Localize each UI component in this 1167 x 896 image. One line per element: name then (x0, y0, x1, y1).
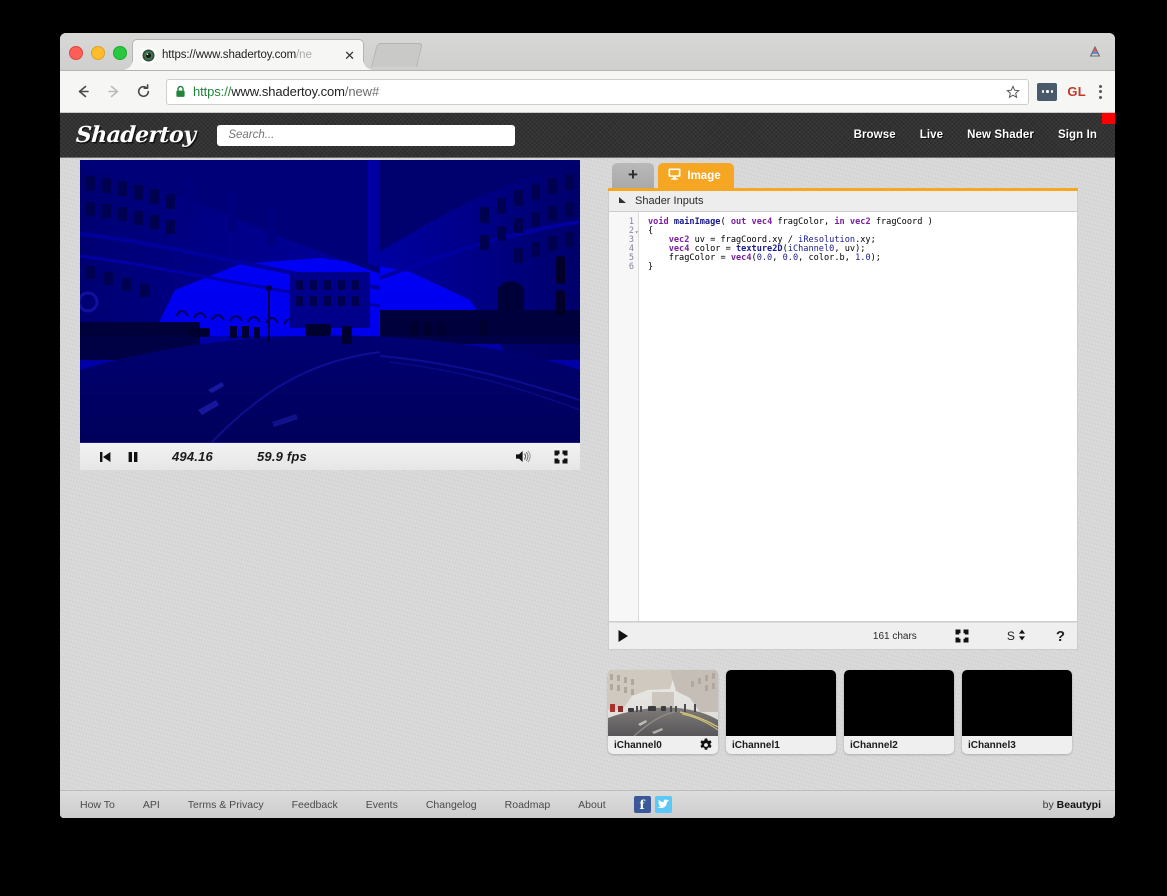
player-controls-bar: 494.16 59.9 fps (80, 442, 580, 470)
footer-link-events[interactable]: Events (366, 799, 398, 811)
playback-time: 494.16 (172, 449, 213, 464)
footer-link-terms-privacy[interactable]: Terms & Privacy (188, 799, 264, 811)
new-tab-button[interactable] (371, 43, 423, 67)
footer-link-api[interactable]: API (143, 799, 160, 811)
address-bar[interactable]: https://www.shadertoy.com/new# (166, 78, 1030, 105)
red-corner-marker (1102, 113, 1115, 124)
fullscreen-icon[interactable] (554, 450, 568, 464)
main-content: 494.16 59.9 fps + Image Shader Inputs 1 … (60, 158, 1115, 758)
ichannel-3[interactable]: iChannel3 (962, 670, 1072, 754)
ichannel-2-thumbnail[interactable] (844, 670, 954, 736)
search-input[interactable] (226, 128, 507, 142)
font-size-selector[interactable]: S (1007, 629, 1026, 644)
site-search-box[interactable] (217, 124, 516, 146)
footer-link-feedback[interactable]: Feedback (292, 799, 338, 811)
nav-link-sign-in[interactable]: Sign In (1058, 129, 1097, 141)
browser-tab-title: https://www.shadertoy.com/ne (162, 49, 312, 61)
fps-readout: 59.9 fps (256, 449, 307, 464)
char-count-label: 161 chars (872, 630, 917, 642)
nav-link-live[interactable]: Live (920, 129, 943, 141)
extension-dots (1041, 90, 1054, 93)
code-text[interactable]: void mainImage( out vec4 fragColor, in v… (639, 212, 1077, 621)
site-footer: How To API Terms & Privacy Feedback Even… (60, 790, 1115, 818)
ichannel-0-label: iChannel0 (614, 739, 662, 751)
back-icon[interactable] (70, 79, 96, 105)
twitter-icon[interactable] (654, 796, 672, 813)
tab-image[interactable]: Image (658, 163, 734, 188)
forward-icon[interactable] (100, 79, 126, 105)
shader-inputs-label: Shader Inputs (635, 195, 704, 207)
ichannel-2[interactable]: iChannel2 (844, 670, 954, 754)
browser-window: https://www.shadertoy.com/ne ✕ https://w… (60, 33, 1115, 818)
ichannel-2-caption: iChannel2 (844, 736, 954, 754)
window-traffic-lights (69, 46, 127, 60)
ichannel-1-label: iChannel1 (732, 739, 780, 751)
browser-toolbar: https://www.shadertoy.com/new# GL (60, 71, 1115, 113)
site-header: Shadertoy Browse Live New Shader Sign In (60, 113, 1115, 158)
editor-footer-bar: 161 chars S ? (608, 622, 1078, 650)
collapse-triangle-icon (618, 195, 627, 207)
shadertoy-eye-favicon (141, 47, 156, 63)
ichannel-0[interactable]: iChannel0 (608, 670, 718, 754)
ichannel-1-caption: iChannel1 (726, 736, 836, 754)
lock-icon (175, 85, 186, 98)
footer-link-about[interactable]: About (578, 799, 605, 811)
footer-link-roadmap[interactable]: Roadmap (505, 799, 551, 811)
ichannel-3-caption: iChannel3 (962, 736, 1072, 754)
reload-icon[interactable] (130, 79, 156, 105)
add-pass-button[interactable]: + (612, 163, 654, 188)
bookmark-star-icon[interactable] (1000, 84, 1021, 99)
ichannel-3-thumbnail[interactable] (962, 670, 1072, 736)
shader-inputs-toggle[interactable]: Shader Inputs (608, 191, 1078, 212)
facebook-icon[interactable]: f (633, 796, 651, 813)
nav-link-browse[interactable]: Browse (854, 129, 896, 141)
line-number: 6 (628, 262, 634, 272)
profile-badge[interactable]: GL (1067, 84, 1086, 99)
volume-icon[interactable] (514, 449, 532, 464)
shader-canvas[interactable] (80, 160, 580, 442)
nav-link-new-shader[interactable]: New Shader (967, 129, 1034, 141)
compile-play-icon[interactable] (617, 629, 629, 643)
stepper-arrows-icon[interactable] (1018, 629, 1026, 644)
ichannel-2-label: iChannel2 (850, 739, 898, 751)
editor-fullscreen-icon[interactable] (955, 629, 969, 643)
address-bar-text: https://www.shadertoy.com/new# (193, 84, 380, 99)
gear-icon[interactable] (699, 738, 713, 752)
help-button[interactable]: ? (1056, 628, 1065, 645)
tab-image-label: Image (687, 169, 721, 182)
extension-icon[interactable] (1037, 82, 1058, 101)
ichannel-1-thumbnail[interactable] (726, 670, 836, 736)
footer-link-changelog[interactable]: Changelog (426, 799, 477, 811)
window-close-button[interactable] (69, 46, 83, 60)
rewind-icon[interactable] (98, 450, 112, 464)
line-number-gutter: 1 2 ▾ 3 4 5 6 (609, 212, 639, 621)
shadertoy-logo[interactable]: Shadertoy (75, 122, 196, 148)
window-zoom-button[interactable] (113, 46, 127, 60)
shader-preview-panel: 494.16 59.9 fps (80, 160, 580, 470)
code-editor[interactable]: 1 2 ▾ 3 4 5 6 void mainImage( out vec4 fr… (608, 212, 1078, 622)
ichannel-0-caption: iChannel0 (608, 736, 718, 754)
pause-icon[interactable] (126, 450, 140, 464)
browser-tab-strip: https://www.shadertoy.com/ne ✕ (60, 33, 1115, 71)
desktop-background: https://www.shadertoy.com/ne ✕ https://w… (0, 0, 1167, 896)
ichannel-3-label: iChannel3 (968, 739, 1016, 751)
window-minimize-button[interactable] (91, 46, 105, 60)
shadertoy-page: Shadertoy Browse Live New Shader Sign In (60, 113, 1115, 818)
editor-tabs-row: + Image (608, 158, 1078, 188)
font-size-label: S (1006, 629, 1015, 643)
ichannel-row: iChannel0 iChannel1 iChannel2 iChannel3 (608, 670, 1078, 754)
credit-label: by Beautypi (1042, 798, 1101, 811)
monitor-icon (668, 168, 681, 183)
browser-menu-icon[interactable] (1096, 82, 1105, 102)
browser-tab-close-icon[interactable]: ✕ (342, 49, 357, 62)
browser-tab-shadertoy[interactable]: https://www.shadertoy.com/ne ✕ (122, 39, 374, 71)
footer-link-how-to[interactable]: How To (80, 799, 115, 811)
site-nav: Browse Live New Shader Sign In (854, 129, 1097, 141)
chrome-warning-icon[interactable] (1085, 42, 1105, 62)
ichannel-1[interactable]: iChannel1 (726, 670, 836, 754)
ichannel-0-thumbnail[interactable] (608, 670, 718, 736)
shader-editor-panel: + Image Shader Inputs 1 2 ▾ 3 4 5 6 void… (608, 158, 1078, 650)
